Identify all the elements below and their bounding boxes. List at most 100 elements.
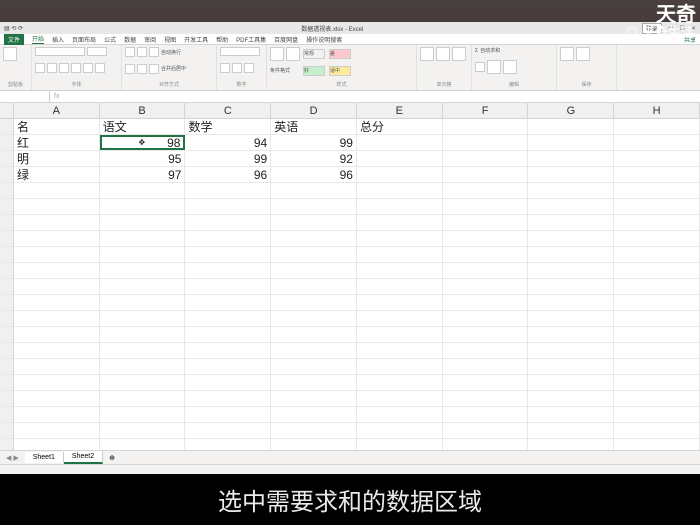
cell[interactable]: 99: [185, 151, 271, 166]
align-right-button[interactable]: [149, 64, 159, 74]
cond-label: 条件格式: [270, 67, 300, 74]
sheet-tab-2[interactable]: Sheet2: [64, 451, 103, 464]
tab-pdf[interactable]: PDF工具集: [236, 35, 266, 44]
cell[interactable]: 92: [271, 151, 357, 166]
group-editing: 编辑: [475, 81, 553, 88]
tab-review[interactable]: 审阅: [144, 35, 156, 44]
name-box[interactable]: [0, 91, 50, 102]
style-bad[interactable]: 差: [329, 49, 351, 59]
col-D[interactable]: D: [271, 103, 357, 118]
tab-layout[interactable]: 页面布局: [72, 35, 96, 44]
table-row: 名 语文 数学 英语 总分: [0, 119, 700, 135]
spreadsheet-grid[interactable]: 名 语文 数学 英语 总分 红 98 94 99 明 95 99 92 绿 97: [0, 119, 700, 455]
tab-tell[interactable]: 操作说明搜索: [306, 35, 342, 44]
fill-button[interactable]: [475, 62, 485, 72]
cond-format-button[interactable]: [270, 47, 284, 61]
style-good[interactable]: 好: [303, 66, 325, 76]
autosum-button[interactable]: Σ: [475, 48, 478, 54]
fx-icon[interactable]: fx: [50, 93, 63, 100]
fill-color-button[interactable]: [83, 63, 93, 73]
group-styles: 样式: [270, 81, 413, 88]
underline-button[interactable]: [59, 63, 69, 73]
tab-baidu[interactable]: 百度网盘: [274, 35, 298, 44]
tab-home[interactable]: 开始: [32, 34, 44, 44]
cell[interactable]: 99: [271, 135, 357, 150]
font-color-button[interactable]: [95, 63, 105, 73]
group-cells: 单元格: [420, 81, 468, 88]
cell[interactable]: 红: [14, 135, 100, 150]
sheet-tabs: ◀ ▶ Sheet1 Sheet2 ⊕: [0, 450, 700, 464]
italic-button[interactable]: [47, 63, 57, 73]
cell[interactable]: 95: [100, 151, 186, 166]
cell[interactable]: 绿: [14, 167, 100, 182]
sort-button[interactable]: [487, 60, 501, 74]
merge-button[interactable]: 合并后居中: [161, 65, 186, 72]
col-G[interactable]: G: [528, 103, 614, 118]
percent-button[interactable]: [232, 63, 242, 73]
excel-window: ▤ ⟲ ⟳ 数据透视表.xlsx - Excel 登录 — ☐ ✕ 文件 开始 …: [0, 22, 700, 474]
align-mid-button[interactable]: [137, 47, 147, 57]
sheet-tab-1[interactable]: Sheet1: [25, 452, 64, 463]
tab-dev[interactable]: 开发工具: [184, 35, 208, 44]
col-B[interactable]: B: [100, 103, 186, 118]
tab-view[interactable]: 视图: [164, 35, 176, 44]
cell[interactable]: 94: [185, 135, 271, 150]
bold-button[interactable]: [35, 63, 45, 73]
cell[interactable]: 96: [271, 167, 357, 182]
cell[interactable]: 英语: [271, 119, 357, 134]
cell[interactable]: 语文: [100, 119, 186, 134]
insert-cell-button[interactable]: [420, 47, 434, 61]
col-H[interactable]: H: [614, 103, 700, 118]
col-A[interactable]: A: [14, 103, 100, 118]
cell[interactable]: 数学: [185, 119, 271, 134]
video-subtitle: 选中需要求和的数据区域: [218, 482, 482, 517]
style-normal[interactable]: 常规: [303, 49, 325, 59]
tab-formulas[interactable]: 公式: [104, 35, 116, 44]
paste-button[interactable]: [3, 47, 17, 61]
column-headers: A B C D E F G H: [0, 103, 700, 119]
cell[interactable]: 96: [185, 167, 271, 182]
number-format-select[interactable]: [220, 47, 260, 56]
currency-button[interactable]: [220, 63, 230, 73]
col-F[interactable]: F: [443, 103, 529, 118]
col-C[interactable]: C: [185, 103, 271, 118]
table-format-button[interactable]: [286, 47, 300, 61]
border-button[interactable]: [71, 63, 81, 73]
table-row: 绿 97 96 96: [0, 167, 700, 183]
ribbon-tabs: 文件 开始 插入 页面布局 公式 数据 审阅 视图 开发工具 帮助 PDF工具集…: [0, 34, 700, 45]
align-bot-button[interactable]: [149, 47, 159, 57]
group-number: 数字: [220, 81, 263, 88]
status-bar: [0, 464, 700, 474]
comma-button[interactable]: [244, 63, 254, 73]
wrap-text-button[interactable]: 自动换行: [161, 49, 181, 56]
cell[interactable]: 总分: [357, 119, 443, 134]
window-title: 数据透视表.xlsx - Excel: [23, 24, 642, 33]
new-sheet-button[interactable]: ⊕: [103, 454, 121, 462]
cell[interactable]: 名: [14, 119, 100, 134]
cell[interactable]: 97: [100, 167, 186, 182]
size-select[interactable]: [87, 47, 107, 56]
col-E[interactable]: E: [357, 103, 443, 118]
wechat-send-button[interactable]: [576, 47, 590, 61]
ribbon: 剪贴板 字体 自动换行: [0, 45, 700, 91]
tab-help[interactable]: 帮助: [216, 35, 228, 44]
tab-file[interactable]: 文件: [4, 34, 24, 45]
align-left-button[interactable]: [125, 64, 135, 74]
find-button[interactable]: [503, 60, 517, 74]
tab-insert[interactable]: 插入: [52, 35, 64, 44]
delete-cell-button[interactable]: [436, 47, 450, 61]
cell[interactable]: 明: [14, 151, 100, 166]
tab-data[interactable]: 数据: [124, 35, 136, 44]
font-select[interactable]: [35, 47, 85, 56]
format-cell-button[interactable]: [452, 47, 466, 61]
align-top-button[interactable]: [125, 47, 135, 57]
baidu-save-button[interactable]: [560, 47, 574, 61]
selected-cell[interactable]: 98: [100, 135, 186, 150]
table-row: 红 98 94 99: [0, 135, 700, 151]
title-bar: ▤ ⟲ ⟳ 数据透视表.xlsx - Excel 登录 — ☐ ✕: [0, 22, 700, 34]
align-center-button[interactable]: [137, 64, 147, 74]
style-neutral[interactable]: 适中: [329, 66, 351, 76]
sheet-nav[interactable]: ◀ ▶: [0, 454, 25, 462]
qat[interactable]: ▤ ⟲ ⟳: [4, 25, 23, 32]
select-all-corner[interactable]: [0, 103, 14, 118]
